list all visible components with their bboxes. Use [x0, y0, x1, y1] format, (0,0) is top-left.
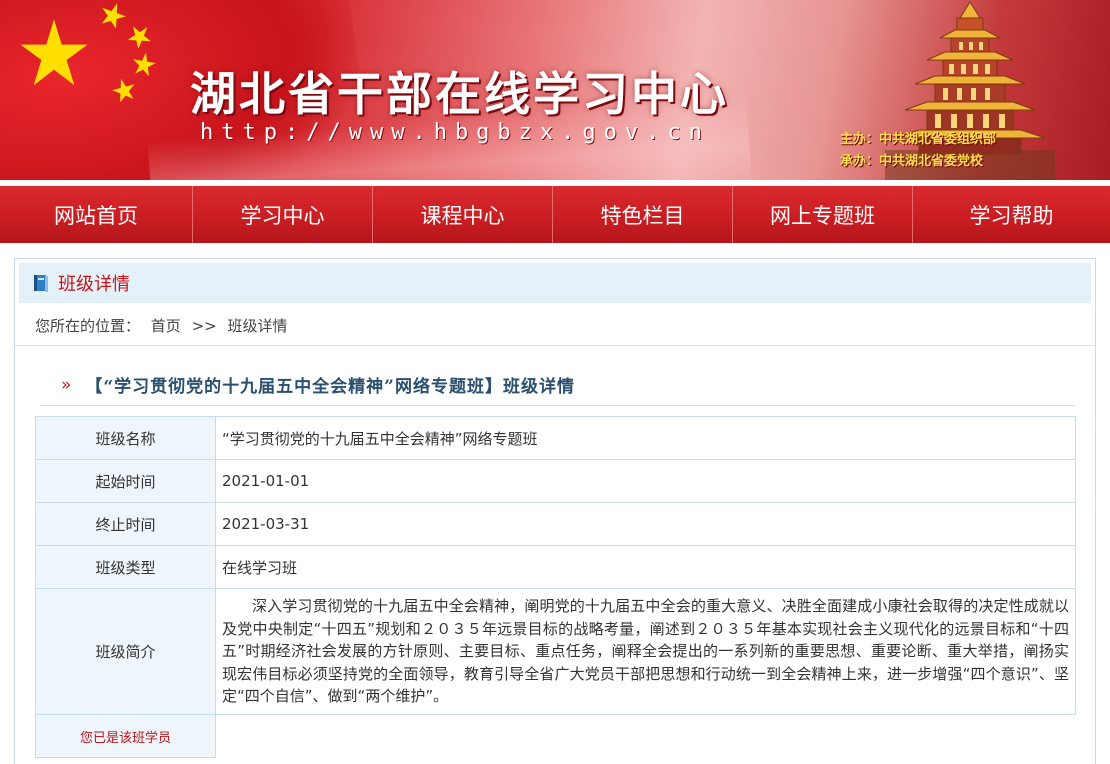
table-row: 终止时间 2021-03-31: [35, 502, 1076, 546]
table-row: 班级简介 深入学习贯彻党的十九届五中全会精神，阐明党的十九届五中全会的重大意义、…: [35, 588, 1076, 715]
start-date-label: 起始时间: [35, 459, 216, 503]
panel-title: 班级详情: [58, 274, 130, 295]
class-name-value: “学习贯彻党的十九届五中全会精神”网络专题班: [215, 416, 1076, 460]
nav-item-online-class[interactable]: 网上专题班: [733, 186, 913, 243]
breadcrumb-home-link[interactable]: 首页: [151, 317, 181, 335]
divider: [41, 405, 1075, 406]
class-type-value: 在线学习班: [215, 545, 1076, 589]
class-detail-panel: 班级详情 您所在的位置： 首页 >> 班级详情 » 【“学习贯彻党的十九届五中全…: [14, 258, 1096, 764]
nav-item-featured[interactable]: 特色栏目: [553, 186, 733, 243]
small-star-icon: [101, 3, 126, 28]
chevron-right-icon: »: [61, 374, 72, 395]
class-name-label: 班级名称: [35, 416, 216, 460]
large-star-icon: [20, 19, 88, 86]
book-icon: [34, 275, 48, 292]
nav-item-course-center[interactable]: 课程中心: [373, 186, 553, 243]
nav-item-home[interactable]: 网站首页: [0, 186, 193, 243]
class-type-label: 班级类型: [35, 545, 216, 589]
member-status: 您已是该班学员: [79, 730, 171, 746]
sponsor-text: 主办：中共湖北省委组织部: [840, 132, 997, 147]
start-date-value: 2021-01-01: [215, 459, 1076, 503]
main-nav: 网站首页 学习中心 课程中心 特色栏目 网上专题班 学习帮助: [0, 186, 1110, 243]
breadcrumb-current: 班级详情: [227, 317, 288, 335]
end-date-value: 2021-03-31: [215, 502, 1076, 546]
header-banner: 湖北省干部在线学习中心 http://www.hbgbzx.gov.cn 主办：…: [0, 0, 1110, 180]
table-row: 班级类型 在线学习班: [35, 545, 1076, 589]
small-star-icon: [133, 52, 156, 76]
panel-header: 班级详情: [19, 263, 1091, 303]
class-intro-value: 深入学习贯彻党的十九届五中全会精神，阐明党的十九届五中全会的重大意义、决胜全面建…: [215, 588, 1076, 715]
site-url: http://www.hbgbzx.gov.cn: [200, 120, 710, 145]
breadcrumb-prefix: 您所在的位置：: [35, 317, 141, 335]
table-row: 起始时间 2021-01-01: [35, 459, 1076, 503]
nav-item-learning-center[interactable]: 学习中心: [193, 186, 373, 243]
class-intro-label: 班级简介: [35, 588, 216, 715]
end-date-label: 终止时间: [35, 502, 216, 546]
breadcrumb: 您所在的位置： 首页 >> 班级详情: [35, 315, 294, 336]
table-row: 您已是该班学员: [35, 714, 1076, 758]
member-status-cell: 您已是该班学员: [35, 714, 216, 758]
section-heading: » 【“学习贯彻党的十九届五中全会精神”网络专题班】班级详情: [61, 372, 575, 398]
nav-item-help[interactable]: 学习帮助: [913, 186, 1110, 243]
small-star-icon: [128, 26, 151, 48]
breadcrumb-separator: >>: [191, 317, 217, 335]
class-detail-title: 【“学习贯彻党的十九届五中全会精神”网络专题班】班级详情: [85, 377, 575, 397]
class-detail-table: 班级名称 “学习贯彻党的十九届五中全会精神”网络专题班 起始时间 2021-01…: [35, 416, 1076, 758]
divider: [15, 345, 1095, 346]
small-star-icon: [112, 78, 135, 102]
organizer-text: 承办：中共湖北省委党校: [840, 154, 984, 169]
table-row: 班级名称 “学习贯彻党的十九届五中全会精神”网络专题班: [35, 416, 1076, 460]
site-title: 湖北省干部在线学习中心: [190, 67, 729, 121]
